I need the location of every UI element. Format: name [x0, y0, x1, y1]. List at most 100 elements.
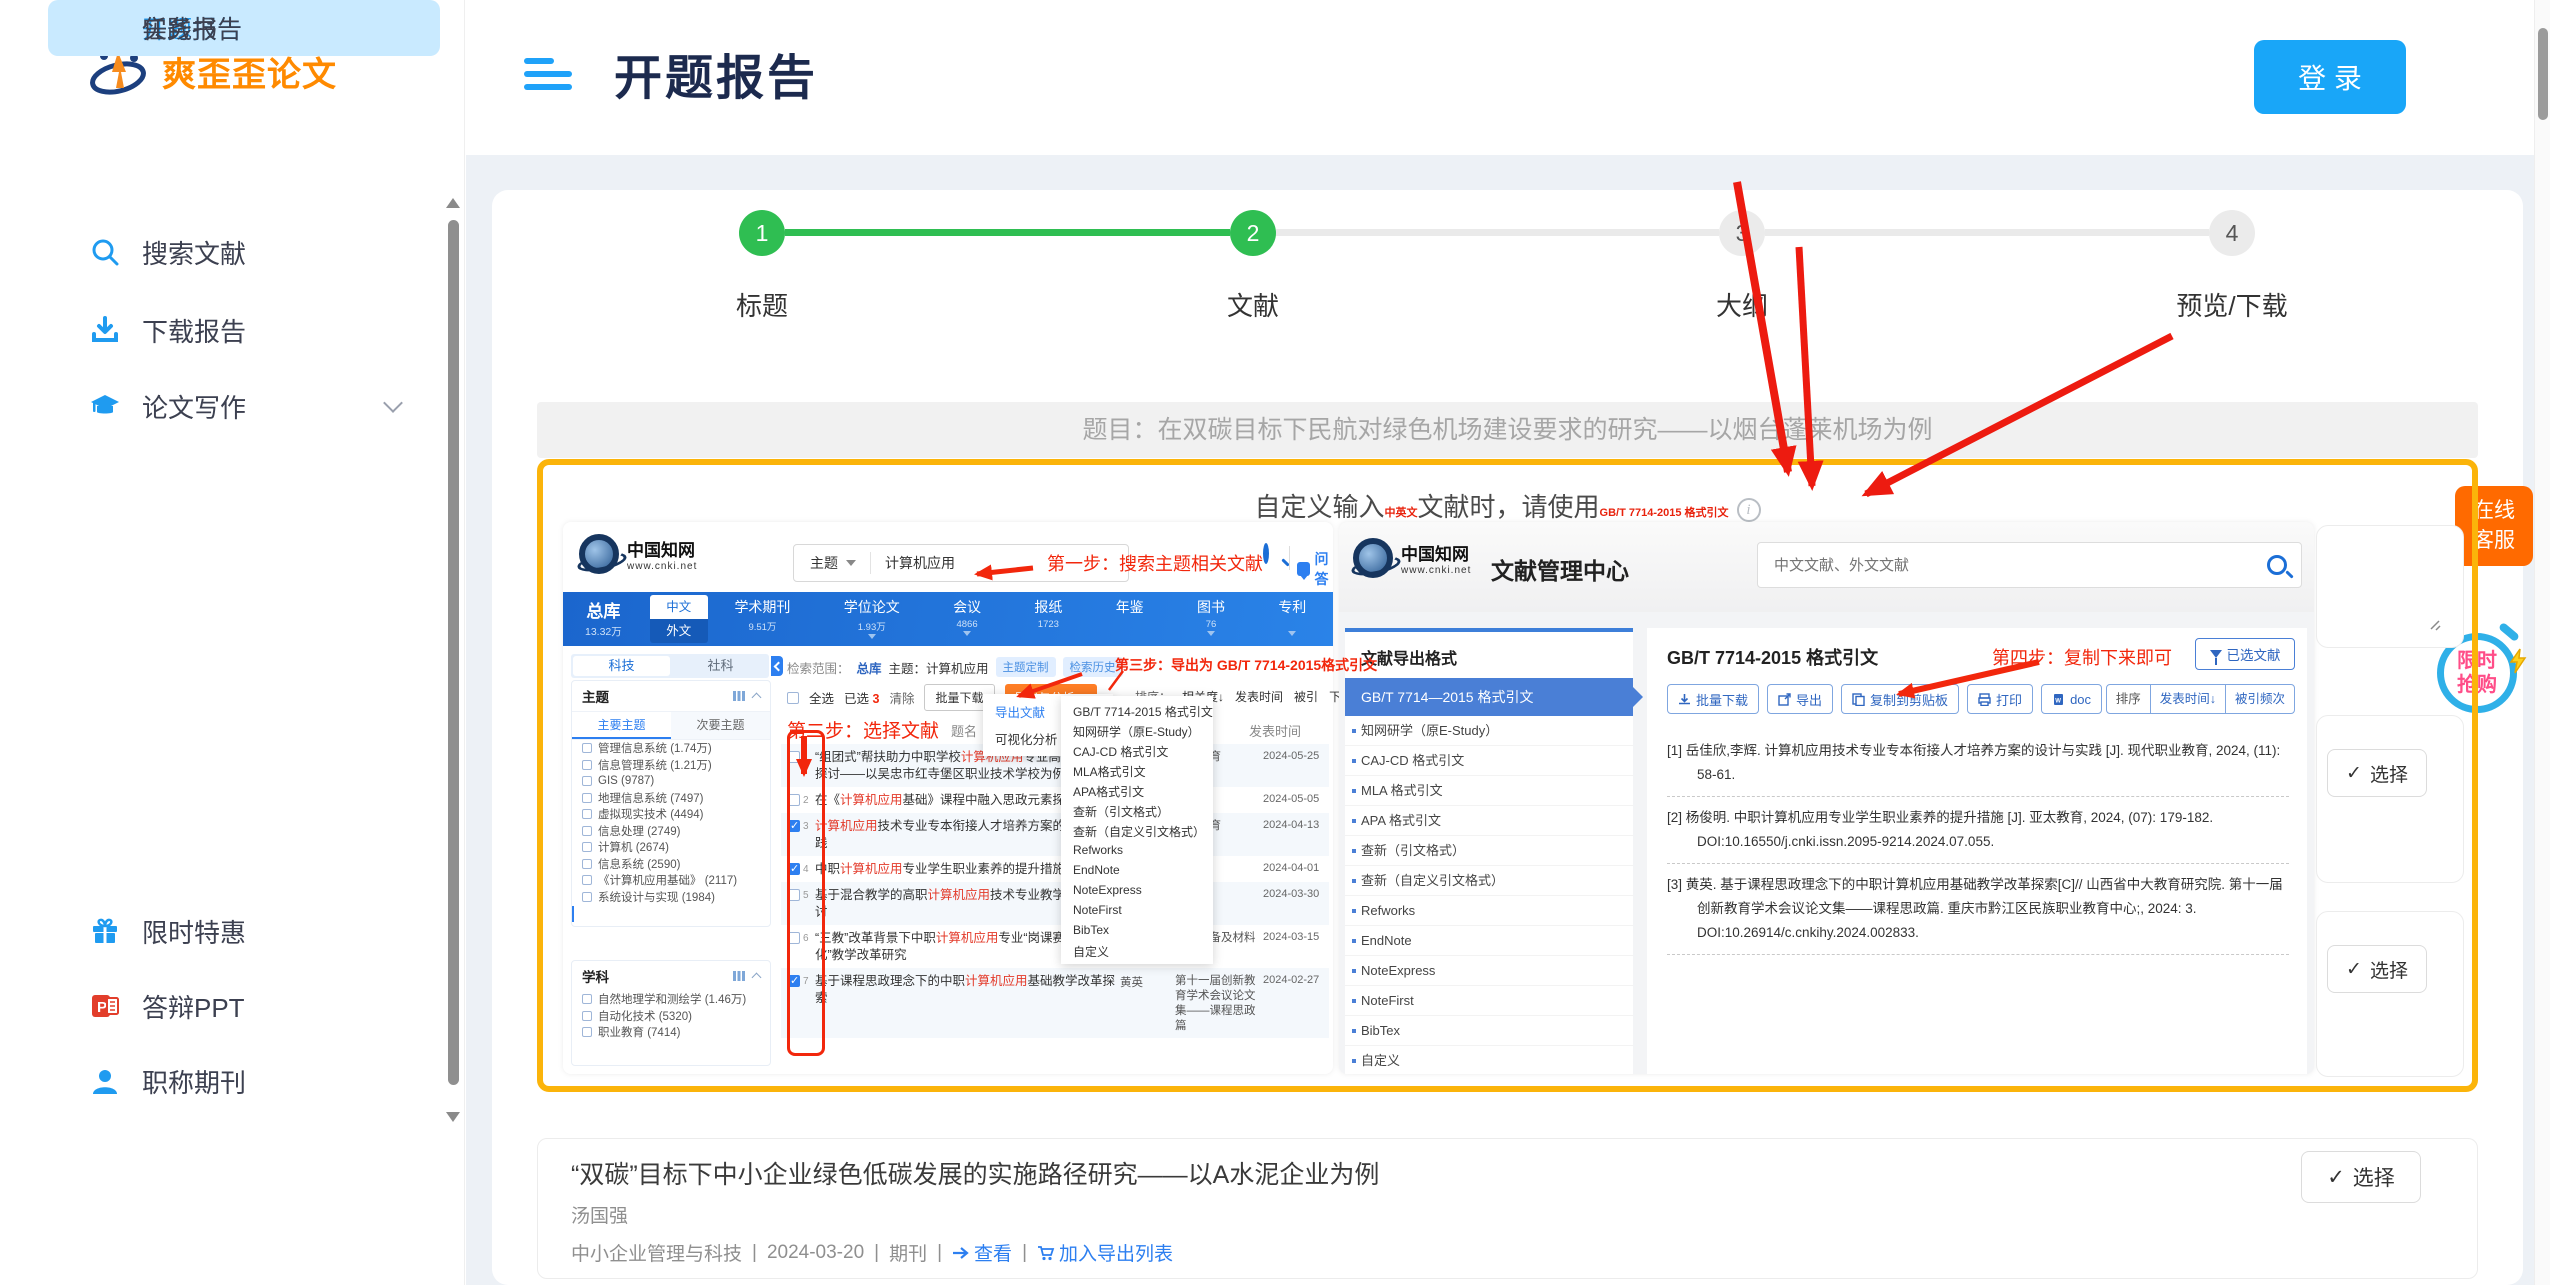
scope-chip: 检索历史 — [1063, 657, 1123, 677]
format-list-title: 文献导出格式 — [1345, 632, 1633, 678]
bar-chart-icon — [733, 971, 745, 981]
submenu-item: 查新（自定义引文格式） — [1061, 820, 1213, 840]
sidebar-scroll-down-icon[interactable] — [446, 1112, 460, 1122]
cnki-result-row: 2 在《计算机应用基础》课程中融入思政元素探索与实践 2024-05-05 — [781, 787, 1329, 813]
notice-emphasis: GB/T 7714-2015 格式引文 — [1600, 506, 1729, 519]
caret-down-icon — [963, 631, 971, 636]
format-item: APA 格式引文 — [1345, 806, 1633, 836]
result-title: 基于课程思政理念下的中职计算机应用基础教学改革探索 — [815, 973, 1120, 1007]
bar-chart-icon — [733, 691, 745, 701]
check-icon: ✓ — [2327, 1165, 2345, 1190]
page: { "brand": { "name": "爽歪歪论文" }, "header"… — [0, 0, 2550, 1285]
select-button[interactable]: ✓选择 — [2327, 749, 2427, 797]
svg-text:W: W — [2055, 698, 2061, 704]
sidebar-item-journal[interactable]: 职称期刊 — [48, 1053, 440, 1109]
topic-filter-panel: 主题 主要主题次要主题 管理信息系统 (1.74万)信息管理系统 (1.21万)… — [571, 680, 771, 927]
format-item: 知网研学（原E-Study） — [1345, 716, 1633, 746]
view-link[interactable]: 查看 — [952, 1239, 1012, 1266]
cnki-globe-icon — [1353, 538, 1393, 578]
checkbox-icon — [582, 760, 592, 770]
batch-download-button: 批量下载 — [1667, 684, 1759, 714]
subject-filter-panel: 学科 自然地理学和测绘学 (1.46万)自动化技术 (5320)职业教育 (74… — [571, 960, 771, 1066]
user-icon — [90, 1066, 120, 1096]
filter-panel-title: 学科 — [582, 966, 733, 986]
checkbox-icon — [582, 793, 592, 803]
checkbox-icon — [582, 743, 592, 753]
submenu-item: BibTex — [1061, 920, 1213, 940]
sidebar-scroll-up-icon[interactable] — [446, 198, 460, 208]
filter-checkbox-item: 虚拟现实技术 (4494) — [572, 806, 770, 823]
notice-text: 自定义输入 — [1254, 492, 1384, 522]
sidebar-scrollbar[interactable] — [448, 220, 459, 1085]
format-item: EndNote — [1345, 926, 1633, 956]
collapse-icon — [752, 693, 762, 703]
select-button[interactable]: ✓选择 — [2301, 1151, 2421, 1203]
cnki-result-row: 7 基于课程思政理念下的中职计算机应用基础教学改革探索 黄英 第十一届创新教育学… — [781, 968, 1329, 1038]
sidebar-item-label: 答辩PPT — [142, 988, 245, 1025]
step-label-3: 大纲 — [1632, 286, 1852, 323]
chat-icon — [1297, 562, 1310, 576]
submenu-item: NoteExpress — [1061, 880, 1213, 900]
sidebar-item-writing[interactable]: 论文写作 — [48, 378, 440, 434]
filter-checkbox-item: 管理信息系统 (1.74万) — [572, 740, 770, 757]
search-icon — [1263, 543, 1269, 564]
column-header-date: 发表时间 — [1249, 721, 1301, 740]
cnki-nav-category: 会议4866 — [953, 597, 981, 646]
literature-list-item: “双碳”目标下中小企业绿色低碳发展的实施路径研究——以A水泥企业为例 汤国强 中… — [537, 1138, 2478, 1279]
result-date: 2024-02-27 — [1263, 973, 1329, 986]
cnki-result-row: 3 计算机应用技术专业专本衔接人才培养方案的设计与实践 职业教育 2024-04… — [781, 813, 1329, 856]
cnki-result-row: 4 中职计算机应用专业学生职业素养的提升措施 教育 2024-04-01 — [781, 856, 1329, 882]
checkbox-icon — [582, 809, 592, 819]
print-button: 打印 — [1967, 684, 2033, 714]
search-query: 计算机应用 — [885, 553, 955, 573]
cnki-nav-category: 图书76 — [1197, 597, 1225, 646]
copy-to-clipboard-button: 复制到剪贴板 — [1841, 684, 1959, 714]
format-item: NoteFirst — [1345, 986, 1633, 1016]
info-icon[interactable]: i — [1737, 498, 1761, 522]
selected-count: 已选 3 — [844, 688, 879, 707]
submenu-item: MLA格式引文 — [1061, 760, 1213, 780]
checkbox-icon — [582, 776, 592, 786]
submenu-item: GB/T 7714-2015 格式引文 — [1061, 700, 1213, 720]
collapse-icon — [771, 656, 783, 676]
export-button: 导出 — [1767, 684, 1833, 714]
filter-checkbox-item: 信息处理 (2749) — [572, 823, 770, 840]
result-source: 第十一届创新教育学术会议论文集——课程思政篇 — [1175, 973, 1263, 1034]
select-button[interactable]: ✓选择 — [2327, 945, 2427, 993]
checkbox-icon — [582, 875, 592, 885]
cnki-logo: 中国知网www.cnki.net — [579, 534, 697, 574]
reference-list: [1] 岳佳欣,李辉. 计算机应用技术专业专本衔接人才培养方案的设计与实践 [J… — [1667, 730, 2289, 955]
sidebar-item-search[interactable]: 搜索文献 — [48, 224, 440, 280]
submenu-item: 知网研学（原E-Study） — [1061, 720, 1213, 740]
sidebar-item-ppt[interactable]: P 答辩PPT — [48, 978, 440, 1034]
clear-link: 清除 — [889, 688, 914, 707]
checkbox-icon — [582, 826, 592, 836]
menu-toggle-icon[interactable] — [524, 58, 572, 94]
list-item-card-partial — [2316, 715, 2464, 883]
export-search-box — [1757, 542, 2302, 588]
step-circle-3: 3 — [1719, 210, 1765, 256]
topic-filter-list: 管理信息系统 (1.74万)信息管理系统 (1.21万)GIS (9787)地理… — [572, 740, 770, 905]
add-to-export-link[interactable]: 加入导出列表 — [1037, 1239, 1173, 1266]
gift-icon — [90, 916, 120, 946]
result-author: 黄英 — [1120, 973, 1175, 990]
scrollbar-thumb[interactable] — [2538, 28, 2548, 120]
result-date: 2024-03-15 — [1263, 930, 1329, 943]
search-icon — [2267, 555, 2287, 575]
sidebar-item-download[interactable]: 下载报告 — [48, 302, 440, 358]
format-item: BibTex — [1345, 1016, 1633, 1046]
cnki-discipline-tabs: 科技 社科 — [571, 654, 769, 678]
search-icon — [90, 237, 120, 267]
sidebar: 爽歪歪论文 搜索文献 下载报告 论文写作 毕业论文 课程论文 — [0, 0, 465, 1285]
filter-checkbox-item: 系统设计与实现 (1984) — [572, 889, 770, 906]
arrow-right-icon — [952, 1246, 970, 1260]
tab-keji: 科技 — [573, 656, 670, 676]
login-button[interactable]: 登 录 — [2254, 40, 2406, 114]
sidebar-sub-item[interactable]: 任务书 — [48, 0, 440, 56]
checkbox-icon — [582, 1027, 592, 1037]
export-search-input — [1774, 543, 2244, 587]
sidebar-item-label: 下载报告 — [142, 312, 246, 349]
sidebar-item-promo[interactable]: 限时特惠 — [48, 903, 440, 959]
page-scrollbar[interactable] — [2534, 0, 2550, 1285]
ppt-icon: P — [90, 991, 120, 1021]
